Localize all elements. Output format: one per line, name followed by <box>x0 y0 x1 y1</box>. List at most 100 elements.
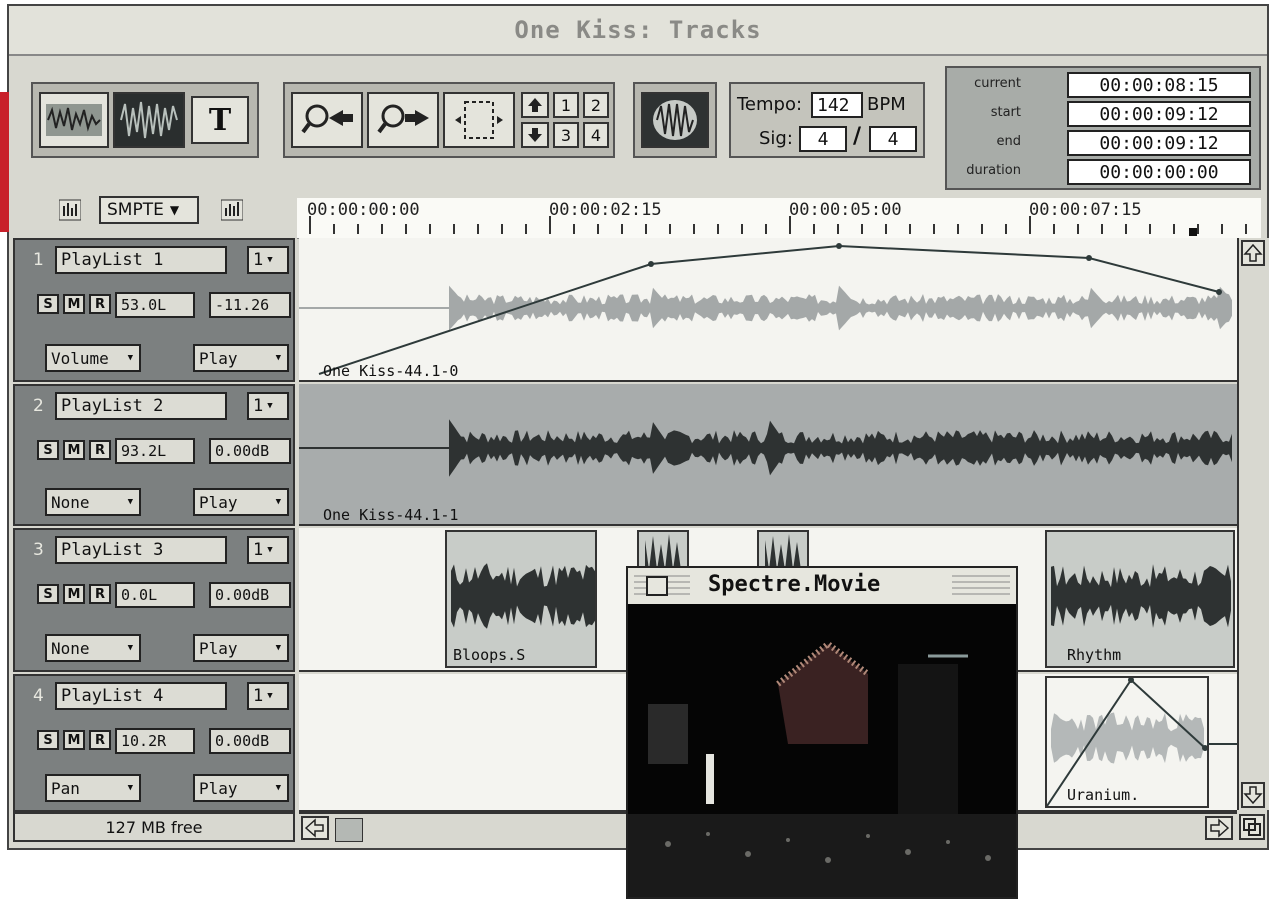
clip-name: Rhythm <box>1067 646 1122 664</box>
grow-box[interactable] <box>1239 814 1265 840</box>
volume-value-field[interactable]: 0.00dB <box>209 728 291 754</box>
preview-button[interactable] <box>641 92 709 148</box>
view-dropdown[interactable]: None ▼ <box>45 488 141 516</box>
scroll-thumb[interactable] <box>335 818 363 842</box>
mode-dropdown[interactable]: Play ▼ <box>193 488 289 516</box>
voice-selector[interactable]: 1 ▼ <box>247 392 289 420</box>
scroll-up-button[interactable] <box>1241 240 1265 266</box>
nudge-up-button[interactable] <box>521 92 549 118</box>
solo-button[interactable]: S <box>37 730 59 750</box>
audio-clip-rhythm[interactable]: Rhythm <box>1045 530 1235 668</box>
location-1-button[interactable]: 1 <box>553 92 579 118</box>
solo-button[interactable]: S <box>37 584 59 604</box>
selection-button[interactable] <box>443 92 515 148</box>
playlist-name-field[interactable]: PlayList 2 <box>55 392 227 420</box>
playlist-name-field[interactable]: PlayList 4 <box>55 682 227 710</box>
timeline-ruler[interactable]: 00:00:00:00 00:00:02:15 00:00:05:00 00:0… <box>297 198 1261 239</box>
volume-value-field[interactable]: -11.26 <box>209 292 291 318</box>
track-header-1: 1 PlayList 1 1 ▼ S M R 53.0L -11.26 Volum… <box>13 238 295 382</box>
record-button[interactable]: R <box>89 294 111 314</box>
playhead-marker[interactable] <box>1189 228 1197 236</box>
chevron-down-icon: ▼ <box>275 643 281 653</box>
timecode-2-value[interactable]: 00:00:09:12 <box>1067 130 1251 156</box>
mode-dropdown[interactable]: Play ▼ <box>193 344 289 372</box>
movie-window[interactable]: Spectre.Movie <box>626 566 1018 899</box>
selection-icon <box>455 101 503 139</box>
track-lane-2[interactable]: One Kiss-44.1-1 <box>299 384 1237 526</box>
track-lane-1[interactable]: One Kiss-44.1-0 <box>299 238 1237 382</box>
meter-left-icon[interactable] <box>58 198 82 222</box>
view-dropdown[interactable]: Volume ▼ <box>45 344 141 372</box>
mute-button[interactable]: M <box>63 584 85 604</box>
meter-right-icon[interactable] <box>220 198 244 222</box>
ruler-tick <box>813 224 815 234</box>
solo-button[interactable]: S <box>37 440 59 460</box>
ruler-tick <box>957 224 959 234</box>
voice-selector[interactable]: 1 ▼ <box>247 682 289 710</box>
playlist-name-field[interactable]: PlayList 3 <box>55 536 227 564</box>
pan-value-field[interactable]: 93.2L <box>115 438 195 464</box>
title-bar[interactable]: One Kiss: Tracks <box>9 6 1267 56</box>
mode-dropdown[interactable]: Play ▼ <box>193 634 289 662</box>
ruler-tick <box>405 224 407 234</box>
signature-denominator-input[interactable]: 4 <box>869 126 917 152</box>
waveform-tool-button[interactable] <box>39 92 109 148</box>
playlist-name-field[interactable]: PlayList 1 <box>55 246 227 274</box>
audio-clip-uranium[interactable]: Uranium. <box>1045 676 1209 808</box>
ruler-tick <box>621 224 623 234</box>
record-button[interactable]: R <box>89 730 111 750</box>
record-button[interactable]: R <box>89 440 111 460</box>
scroll-left-icon <box>304 818 324 838</box>
clip-name: Bloops.S <box>453 646 526 664</box>
audio-clip-small-1[interactable] <box>637 530 689 570</box>
audio-clip-small-2[interactable] <box>757 530 809 570</box>
mode-value: Play <box>199 638 238 658</box>
location-4-button[interactable]: 4 <box>583 122 609 148</box>
scroll-left-button[interactable] <box>301 816 329 840</box>
pan-value-field[interactable]: 53.0L <box>115 292 195 318</box>
waveform-edit-button[interactable] <box>113 92 185 148</box>
record-button[interactable]: R <box>89 584 111 604</box>
timecode-1-value[interactable]: 00:00:09:12 <box>1067 101 1251 127</box>
vertical-scrollbar[interactable] <box>1237 238 1269 810</box>
ruler-tick <box>765 224 767 234</box>
mute-button[interactable]: M <box>63 440 85 460</box>
scroll-down-icon <box>1243 786 1263 805</box>
ruler-tick <box>1173 224 1175 234</box>
pan-value-field[interactable]: 0.0L <box>115 582 195 608</box>
nudge-down-button[interactable] <box>521 122 549 148</box>
text-tool-button[interactable]: T <box>191 96 249 144</box>
mode-dropdown[interactable]: Play ▼ <box>193 774 289 802</box>
voice-selector[interactable]: 1 ▼ <box>247 536 289 564</box>
view-dropdown[interactable]: Pan ▼ <box>45 774 141 802</box>
view-dropdown[interactable]: None ▼ <box>45 634 141 662</box>
zoom-out-button[interactable] <box>291 92 363 148</box>
volume-value-field[interactable]: 0.00dB <box>209 438 291 464</box>
location-3-button[interactable]: 3 <box>553 122 579 148</box>
ruler-tick <box>357 224 359 234</box>
scroll-down-button[interactable] <box>1241 782 1265 808</box>
timecode-label: current <box>974 76 1021 91</box>
scroll-right-button[interactable] <box>1205 816 1233 840</box>
volume-value-field[interactable]: 0.00dB <box>209 582 291 608</box>
audio-clip-bloops[interactable]: Bloops.S <box>445 530 597 668</box>
pan-value-field[interactable]: 10.2R <box>115 728 195 754</box>
timecode-0-value[interactable]: 00:00:08:15 <box>1067 72 1251 98</box>
mute-button[interactable]: M <box>63 294 85 314</box>
zoom-in-button[interactable] <box>367 92 439 148</box>
movie-title-bar[interactable]: Spectre.Movie <box>628 568 1016 606</box>
signature-numerator-input[interactable]: 4 <box>799 126 847 152</box>
ruler-format-dropdown[interactable]: SMPTE ▼ <box>99 196 199 224</box>
timecode-3-value[interactable]: 00:00:00:00 <box>1067 159 1251 185</box>
arrow-up-icon <box>528 98 542 112</box>
location-2-button[interactable]: 2 <box>583 92 609 118</box>
mute-button[interactable]: M <box>63 730 85 750</box>
voice-selector[interactable]: 1 ▼ <box>247 246 289 274</box>
solo-button[interactable]: S <box>37 294 59 314</box>
close-box[interactable] <box>646 576 668 596</box>
tempo-input[interactable]: 142 <box>811 92 863 118</box>
ruler-tick <box>1101 224 1103 234</box>
ruler-format-value: SMPTE <box>107 200 164 220</box>
track-header-3: 3 PlayList 3 1 ▼ S M R 0.0L 0.00dB None ▼ … <box>13 528 295 672</box>
track-number: 4 <box>33 686 44 706</box>
